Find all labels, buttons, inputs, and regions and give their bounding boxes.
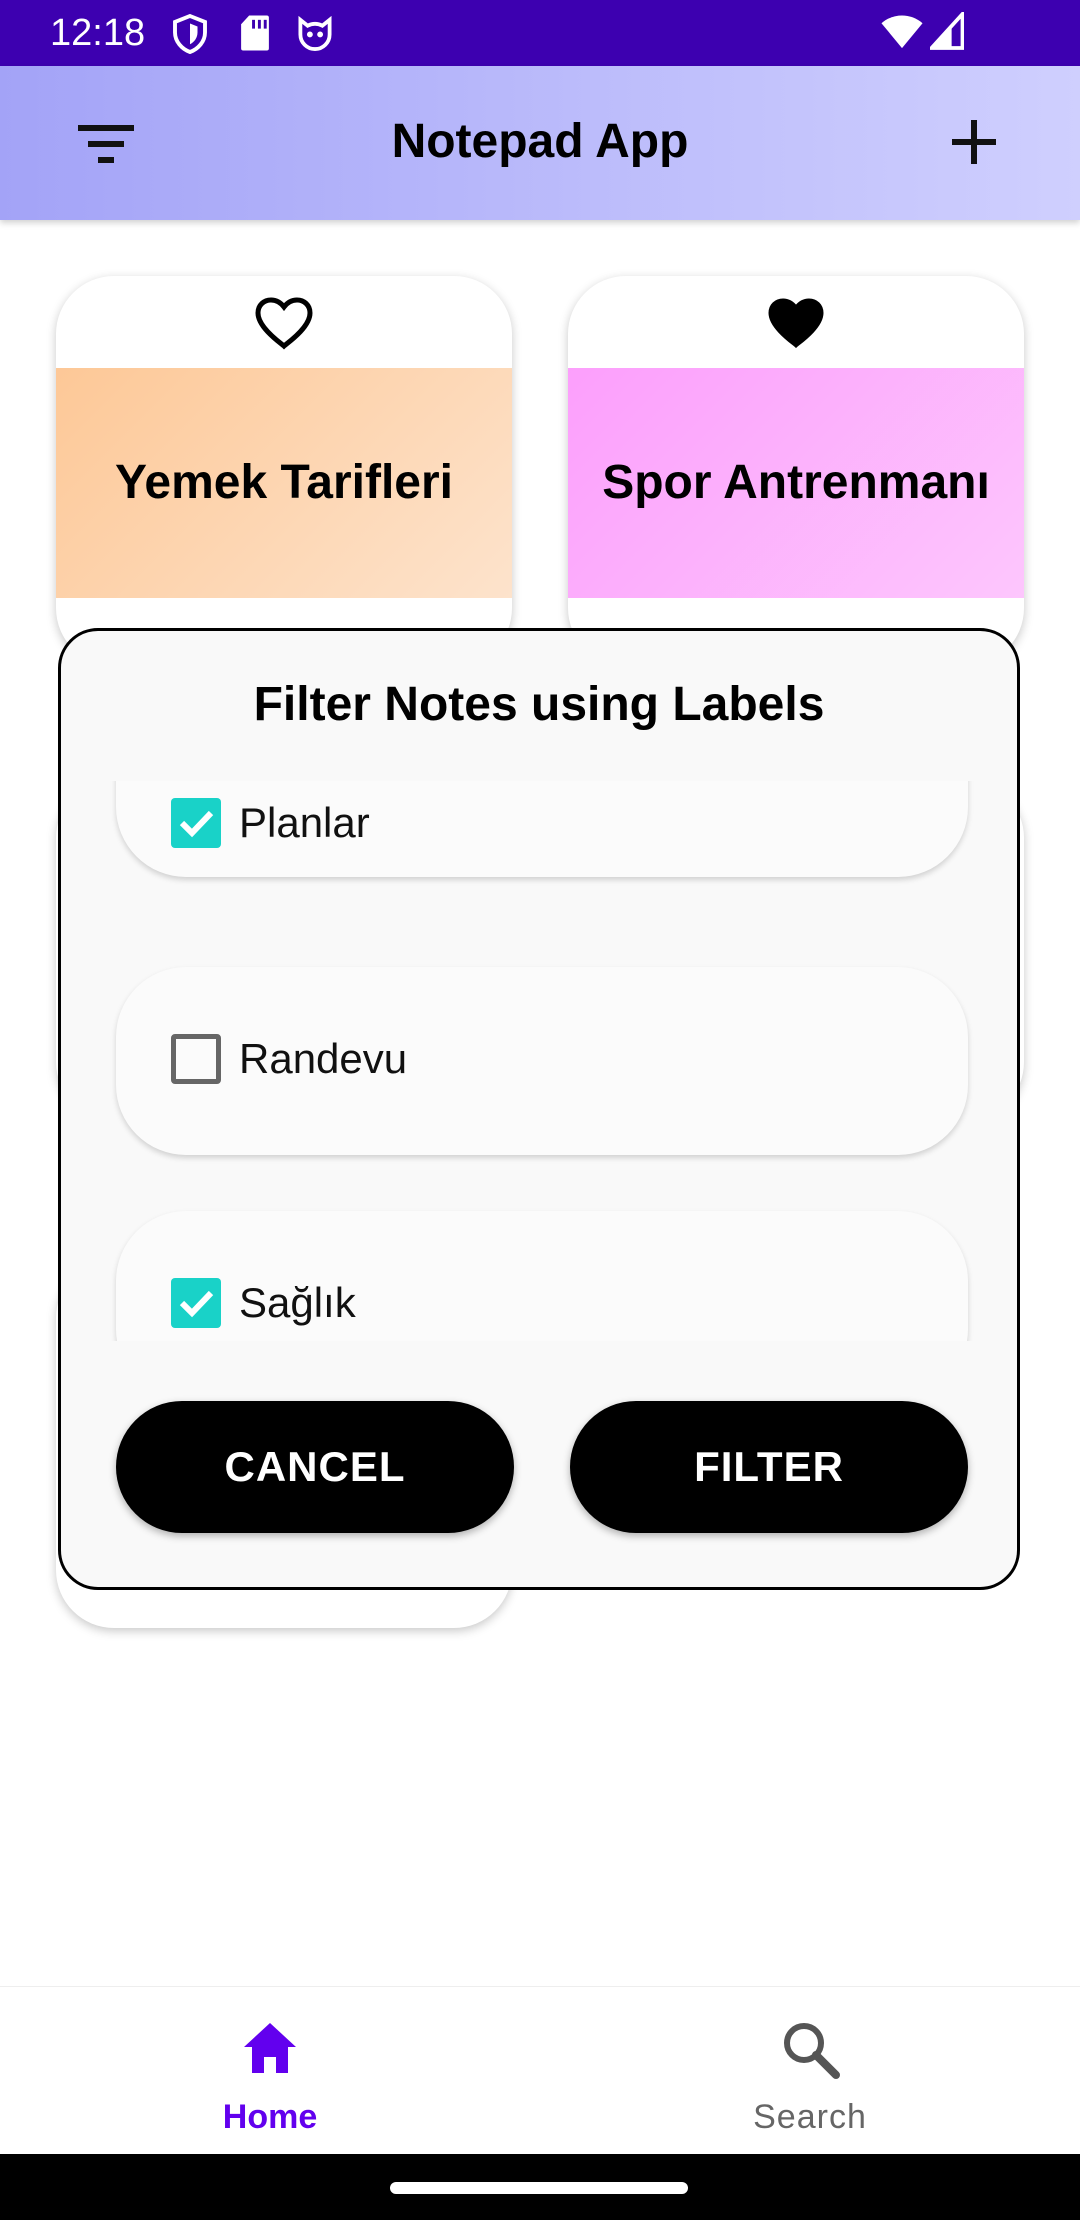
label-name: Sağlık bbox=[239, 1279, 356, 1326]
label-name: Randevu bbox=[239, 1035, 408, 1082]
note-title: Yemek Tarifleri bbox=[115, 456, 453, 509]
cancel-button[interactable]: CANCEL bbox=[116, 1401, 514, 1533]
filter-dialog: Filter Notes using Labels Planlar Randev… bbox=[58, 628, 1020, 1590]
note-card[interactable]: Yemek Tarifleri bbox=[56, 276, 512, 666]
note-body: Yemek Tarifleri bbox=[56, 368, 512, 598]
home-icon bbox=[244, 2023, 296, 2073]
shield-icon bbox=[173, 14, 207, 54]
note-body: Spor Antrenmanı bbox=[568, 368, 1024, 598]
label-item-saglik[interactable]: Sağlık bbox=[116, 1211, 968, 1341]
cat-icon bbox=[298, 15, 332, 51]
app-title: Notepad App bbox=[391, 115, 689, 168]
add-icon[interactable] bbox=[948, 116, 1000, 168]
dialog-title: Filter Notes using Labels bbox=[253, 678, 825, 731]
note-title: Spor Antrenmanı bbox=[602, 456, 990, 509]
app-bar: Notepad App bbox=[0, 66, 1080, 220]
heart-filled-icon[interactable] bbox=[766, 296, 826, 350]
check-icon bbox=[179, 810, 214, 838]
favorite-toggle[interactable] bbox=[56, 296, 512, 356]
sd-card-icon bbox=[241, 15, 269, 51]
status-bar: 12:18 bbox=[0, 0, 1080, 66]
checkbox[interactable] bbox=[171, 1278, 221, 1328]
nav-item-home[interactable]: Home bbox=[0, 1987, 540, 2155]
label-item-randevu[interactable]: Randevu bbox=[116, 967, 968, 1155]
filter-button[interactable]: FILTER bbox=[570, 1401, 968, 1533]
search-icon bbox=[784, 2023, 840, 2079]
gesture-bar bbox=[0, 2154, 1080, 2220]
checkbox[interactable] bbox=[171, 798, 221, 848]
gesture-handle[interactable] bbox=[390, 2182, 688, 2194]
heart-outline-icon[interactable] bbox=[254, 296, 314, 350]
nav-label-search: Search bbox=[753, 2098, 867, 2136]
nav-item-search[interactable]: Search bbox=[540, 1987, 1080, 2155]
wifi-icon bbox=[881, 15, 923, 49]
favorite-toggle[interactable] bbox=[568, 296, 1024, 356]
signal-icon bbox=[930, 12, 964, 50]
note-card[interactable]: Spor Antrenmanı bbox=[568, 276, 1024, 666]
nav-label-home: Home bbox=[222, 2098, 318, 2136]
label-item-planlar[interactable]: Planlar bbox=[116, 781, 968, 877]
status-time: 12:18 bbox=[50, 12, 146, 54]
label-name: Planlar bbox=[239, 799, 370, 846]
checkbox[interactable] bbox=[171, 1034, 221, 1084]
bottom-navigation: Home Search bbox=[0, 1986, 1080, 2154]
check-icon bbox=[179, 1290, 214, 1318]
label-list[interactable]: Planlar Randevu Sağlık bbox=[61, 781, 1017, 1341]
